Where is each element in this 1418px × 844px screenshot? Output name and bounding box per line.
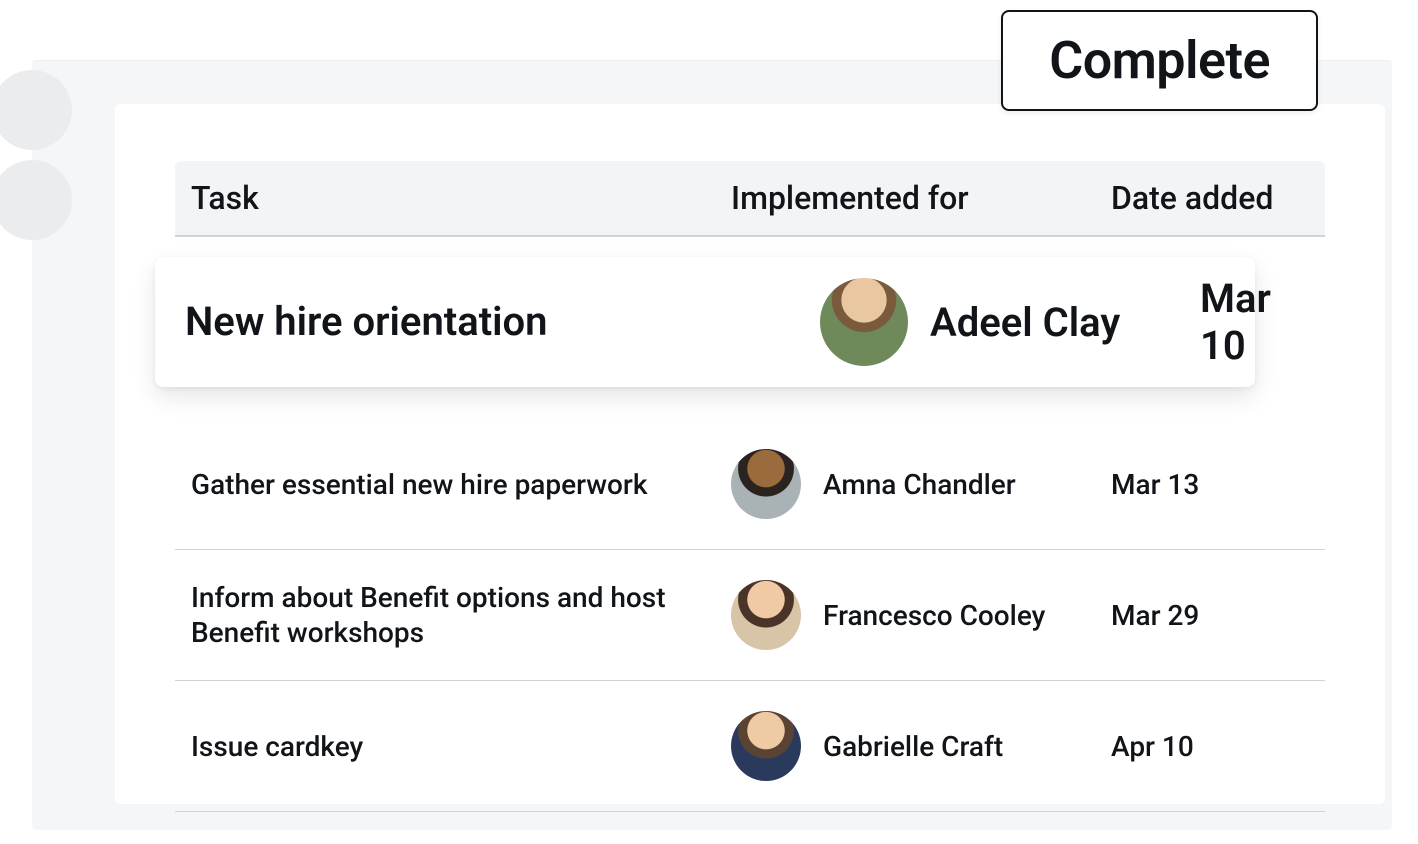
- task-assignee: Gabrielle Craft: [731, 711, 1111, 781]
- task-title: Gather essential new hire paperwork: [191, 467, 731, 502]
- avatar: [820, 278, 908, 366]
- column-header-date-added: Date added: [1111, 179, 1309, 217]
- column-header-task: Task: [191, 179, 731, 217]
- table-row[interactable]: Gather essential new hire paperwork Amna…: [175, 419, 1325, 550]
- table-row[interactable]: Issue cardkey Gabrielle Craft Apr 10: [175, 681, 1325, 812]
- task-title: New hire orientation: [185, 297, 820, 347]
- avatar: [731, 711, 801, 781]
- status-badge: Complete: [1001, 10, 1318, 111]
- table-row[interactable]: New hire orientation Adeel Clay Mar 10: [155, 257, 1255, 387]
- task-title: Issue cardkey: [191, 729, 731, 764]
- task-assignee: Amna Chandler: [731, 449, 1111, 519]
- task-title: Inform about Benefit options and host Be…: [191, 580, 731, 650]
- status-badge-label: Complete: [1049, 30, 1270, 91]
- table-row[interactable]: Inform about Benefit options and host Be…: [175, 550, 1325, 681]
- avatar: [731, 580, 801, 650]
- table-header: Task Implemented for Date added: [175, 161, 1325, 237]
- assignee-name: Francesco Cooley: [823, 599, 1045, 632]
- task-assignee: Francesco Cooley: [731, 580, 1111, 650]
- avatar: [731, 449, 801, 519]
- decorative-circle: [0, 160, 72, 240]
- assignee-name: Gabrielle Craft: [823, 730, 1003, 763]
- column-header-implemented-for: Implemented for: [731, 179, 1111, 217]
- task-date: Mar 13: [1111, 468, 1309, 501]
- task-date: Mar 10: [1200, 275, 1271, 369]
- task-date: Apr 10: [1111, 730, 1309, 763]
- task-assignee: Adeel Clay: [820, 278, 1200, 366]
- assignee-name: Amna Chandler: [823, 468, 1016, 501]
- task-date: Mar 29: [1111, 599, 1309, 632]
- task-list-card: Task Implemented for Date added New hire…: [115, 104, 1385, 804]
- decorative-circle: [0, 70, 72, 150]
- assignee-name: Adeel Clay: [930, 299, 1120, 346]
